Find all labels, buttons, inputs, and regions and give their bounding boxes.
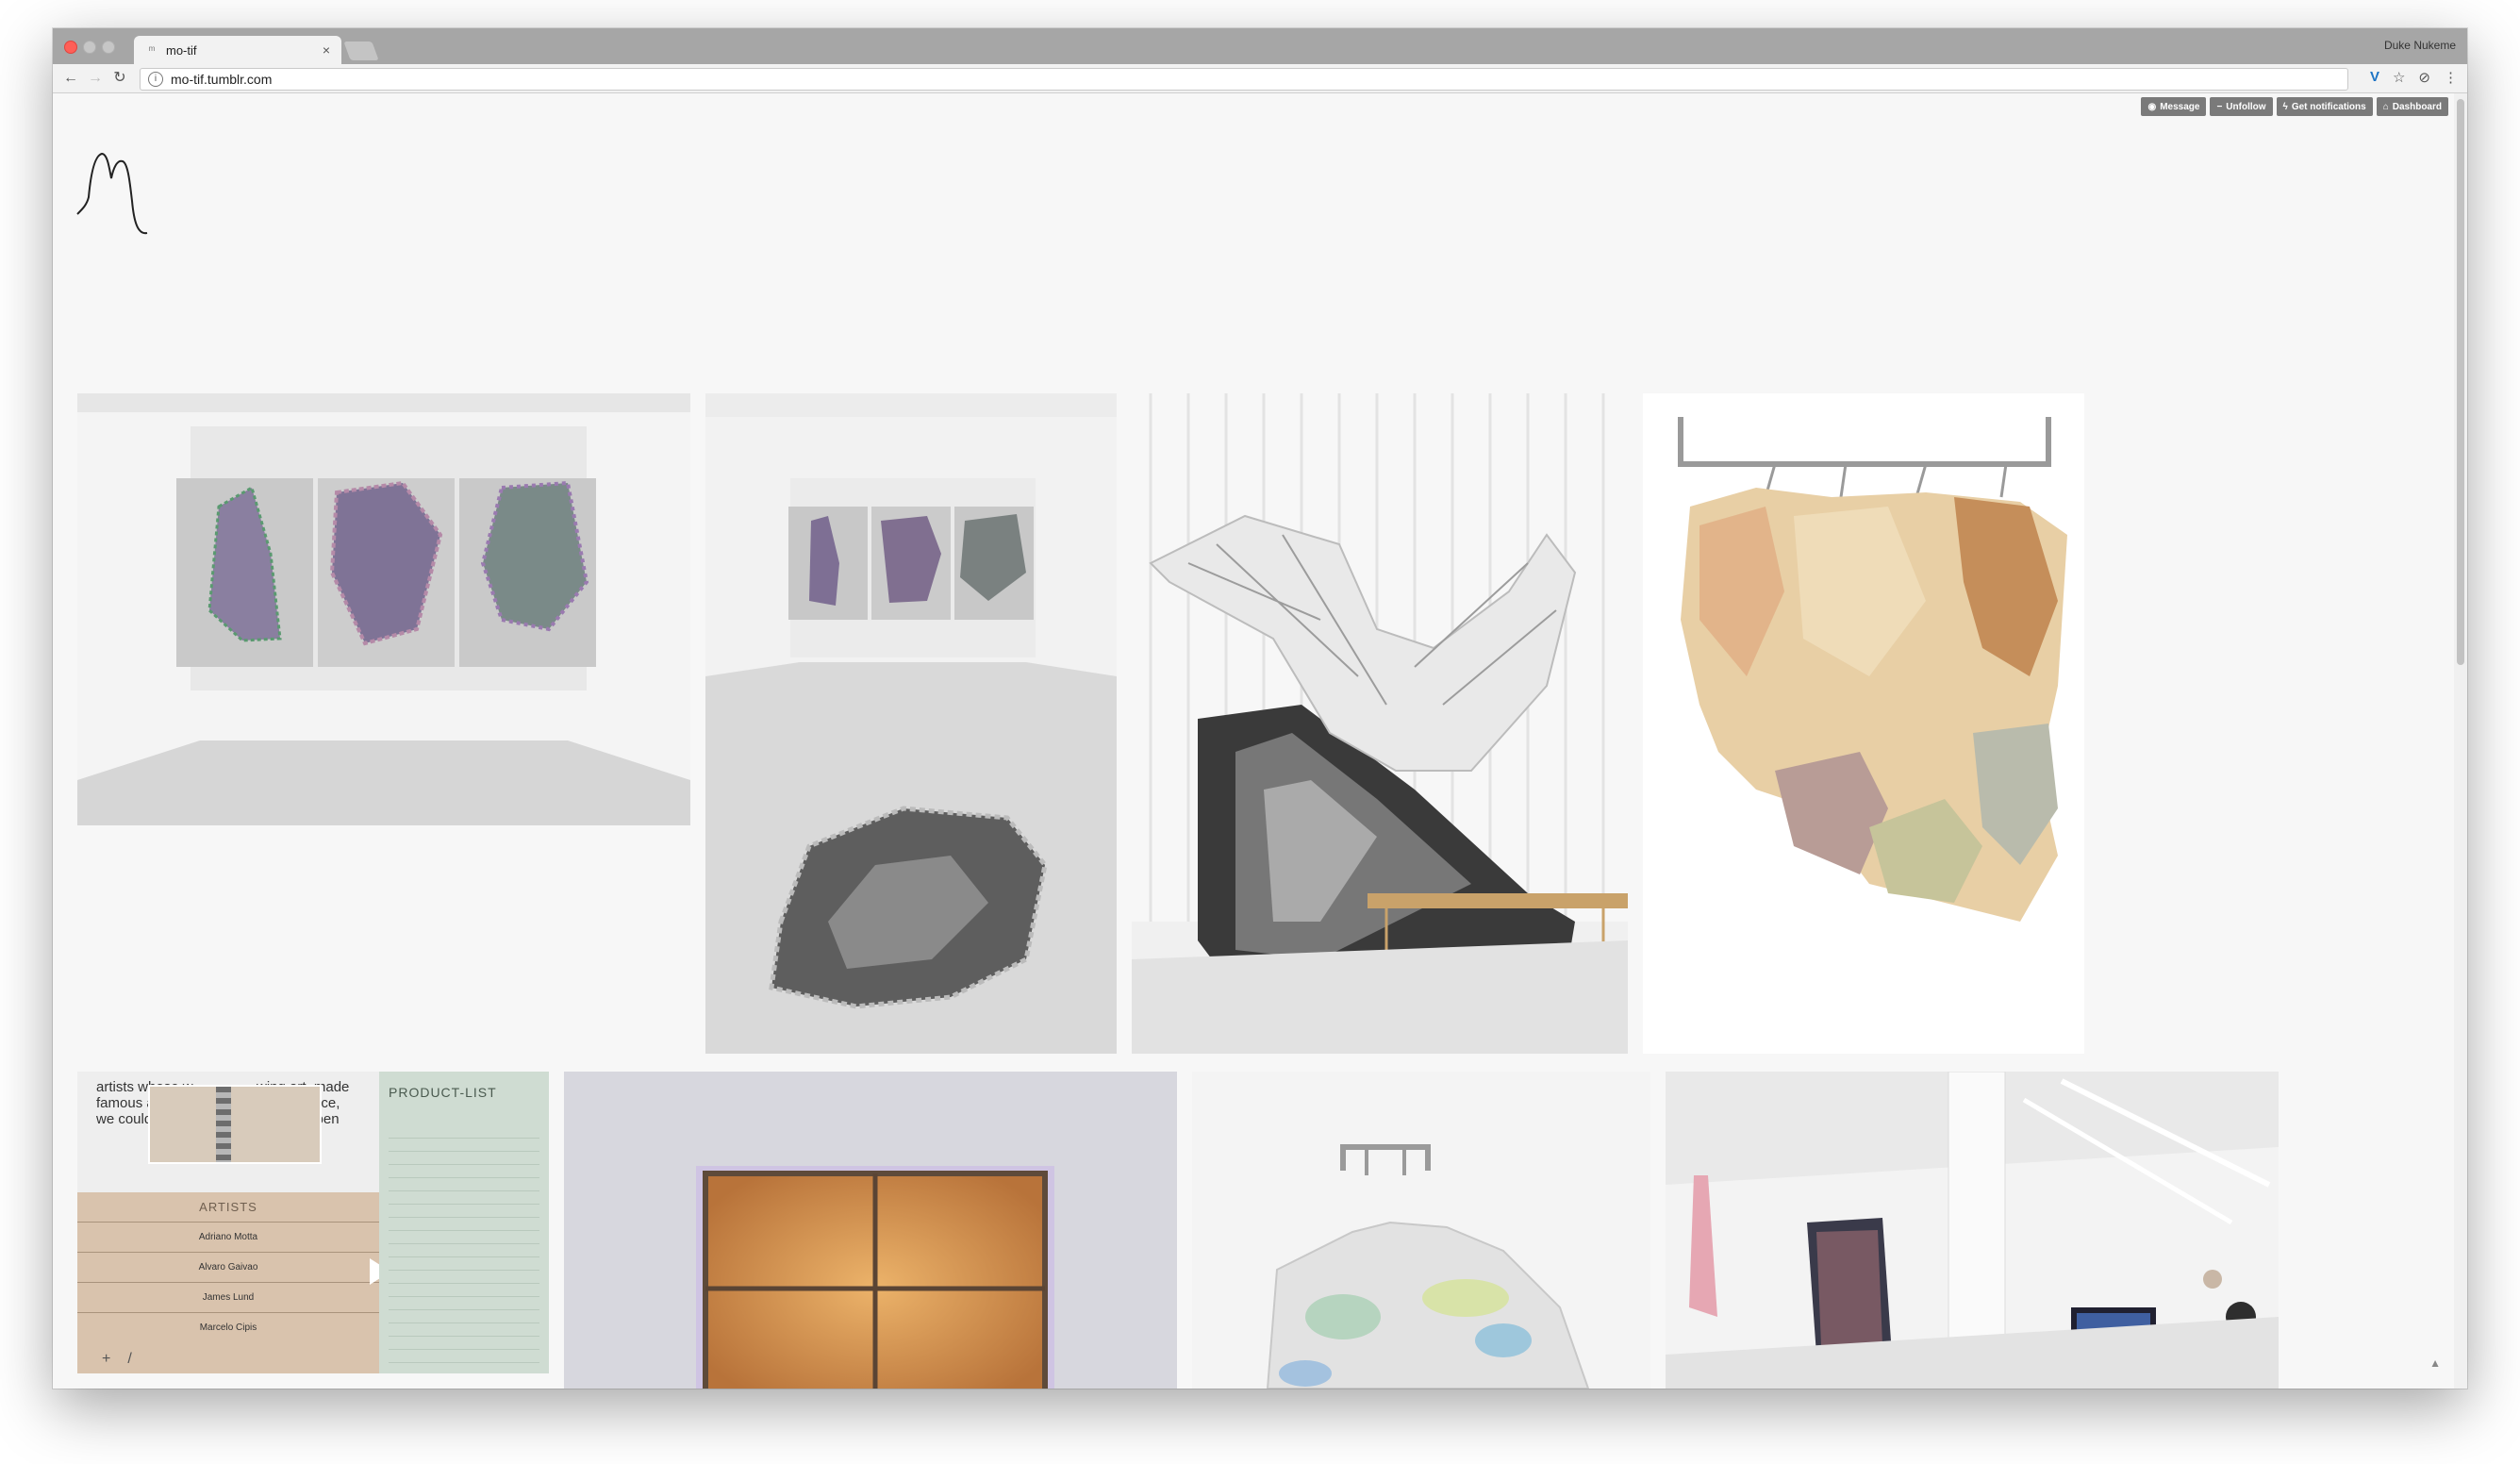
- maximize-window-button[interactable]: [102, 41, 115, 54]
- close-window-button[interactable]: [64, 41, 77, 54]
- tab-mo-tif[interactable]: ᵐ mo-tif ×: [134, 36, 341, 64]
- scroll-thumb[interactable]: [2457, 99, 2464, 665]
- room-photo: [148, 1085, 322, 1164]
- url-text: mo-tif.tumblr.com: [171, 72, 273, 87]
- extension-v-icon[interactable]: V: [2370, 69, 2379, 86]
- post-image-gallery-installation[interactable]: [1666, 1072, 2279, 1389]
- artists-heading: ARTISTS: [199, 1200, 257, 1214]
- post-image-gallery-floor[interactable]: [705, 393, 1117, 1054]
- artist-item[interactable]: Adriano Motta: [77, 1222, 379, 1252]
- new-tab-button[interactable]: [343, 42, 379, 60]
- site-info-icon[interactable]: i: [148, 72, 163, 87]
- extension-icon[interactable]: ⊘: [2418, 69, 2430, 86]
- add-icon[interactable]: +: [102, 1351, 110, 1368]
- product-list-panel: PRODUCT-LIST: [379, 1072, 549, 1373]
- unfollow-button[interactable]: − Unfollow: [2210, 97, 2273, 116]
- artist-item[interactable]: Marcelo Cipis: [77, 1312, 379, 1342]
- post-image-light-box[interactable]: [564, 1072, 1177, 1389]
- bookmark-star-icon[interactable]: ☆: [2393, 69, 2405, 86]
- scroll-to-top-icon[interactable]: ▲: [2429, 1356, 2441, 1370]
- tab-close-icon[interactable]: ×: [319, 42, 334, 58]
- artists-panel: ARTISTS Adriano Motta Alvaro Gaivao Jame…: [77, 1192, 390, 1373]
- dashboard-button[interactable]: ⌂ Dashboard: [2376, 97, 2448, 116]
- lightning-icon: ϟ: [2282, 101, 2288, 112]
- tumblr-controls: ◉ Message − Unfollow ϟ Get notifications ⌂ D…: [2141, 97, 2448, 116]
- post-image-hanging-garment[interactable]: [1192, 1072, 1650, 1389]
- message-icon: ◉: [2147, 101, 2157, 112]
- menu-kebab-icon[interactable]: ⋮: [2444, 69, 2458, 86]
- forward-icon[interactable]: →: [85, 68, 106, 89]
- message-button[interactable]: ◉ Message: [2141, 97, 2207, 116]
- post-image-cutout-sculpture[interactable]: [1132, 393, 1628, 1054]
- address-bar[interactable]: i mo-tif.tumblr.com: [140, 68, 2348, 91]
- post-image-hanging-textile[interactable]: [1643, 393, 2084, 1054]
- post-controls: + /: [102, 1351, 132, 1368]
- product-rows: [389, 1138, 539, 1364]
- back-icon[interactable]: ←: [60, 68, 81, 89]
- screenshot-header: artists whose w famous and w we couldn't…: [77, 1072, 379, 1192]
- toolbar-icons: V ☆ ⊘ ⋮: [2370, 69, 2458, 86]
- artist-item[interactable]: James Lund: [77, 1282, 379, 1312]
- title-bar: ᵐ mo-tif × Duke Nukeme: [53, 28, 2467, 64]
- home-icon: ⌂: [2382, 101, 2389, 112]
- browser-toolbar: ← → ↻ i mo-tif.tumblr.com V ☆ ⊘ ⋮: [53, 64, 2467, 93]
- profile-name[interactable]: Duke Nukeme: [2384, 39, 2456, 52]
- reload-icon[interactable]: ↻: [109, 68, 130, 89]
- blog-logo[interactable]: [74, 148, 177, 252]
- product-list-heading: PRODUCT-LIST: [389, 1085, 497, 1100]
- slash-icon[interactable]: /: [127, 1351, 131, 1368]
- spiral-column: [216, 1087, 231, 1162]
- post-image-triptych-wall[interactable]: [77, 393, 690, 825]
- post-image-website-screenshot[interactable]: artists whose w famous and w we couldn't…: [77, 1072, 549, 1373]
- notifications-button[interactable]: ϟ Get notifications: [2276, 97, 2373, 116]
- page-content: ◉ Message − Unfollow ϟ Get notifications ⌂ D…: [53, 93, 2467, 1389]
- minus-icon: −: [2216, 101, 2223, 112]
- browser-window: ᵐ mo-tif × Duke Nukeme ← → ↻ i mo-tif.tu…: [53, 28, 2467, 1389]
- tab-title: mo-tif: [166, 42, 197, 58]
- artist-item[interactable]: Alvaro Gaivao: [77, 1252, 379, 1282]
- favicon-icon: ᵐ: [148, 43, 156, 57]
- minimize-window-button[interactable]: [83, 41, 96, 54]
- vertical-scrollbar[interactable]: [2454, 93, 2467, 1389]
